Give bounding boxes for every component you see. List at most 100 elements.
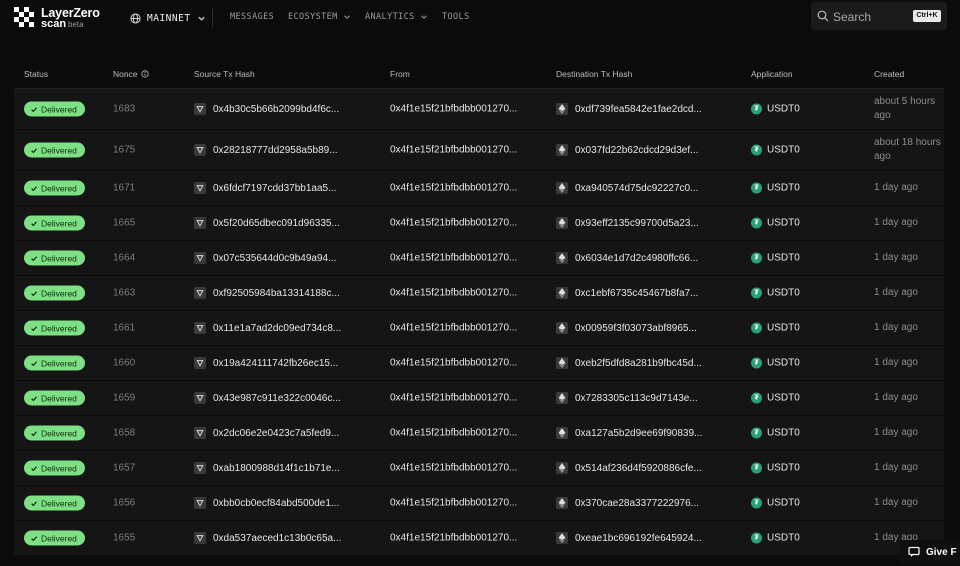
- application[interactable]: ₮ USDT0: [751, 392, 800, 404]
- nav-messages[interactable]: MESSAGES: [230, 12, 274, 22]
- source-tx-hash-text[interactable]: 0x07c535644d0c9b49a94...: [213, 253, 336, 264]
- destination-tx-hash-text[interactable]: 0x037fd22b62cdcd29d3ef...: [575, 145, 698, 156]
- source-tx-hash[interactable]: 0x6fdcf7197cdd37bb1aa5...: [194, 182, 336, 194]
- info-icon[interactable]: [140, 70, 149, 78]
- from-address[interactable]: 0x4f1e15f21bfbdbb001270...: [390, 498, 517, 509]
- from-address[interactable]: 0x4f1e15f21bfbdbb001270...: [390, 463, 517, 474]
- source-tx-hash[interactable]: 0xab1800988d14f1c1b71e...: [194, 462, 340, 474]
- table-row[interactable]: Delivered 1660 0x19a424111742fb26ec15... 0x…: [14, 346, 944, 381]
- destination-tx-hash[interactable]: 0xa940574d75dc92227c0...: [556, 182, 698, 194]
- table-row[interactable]: Delivered 1657 0xab1800988d14f1c1b71e... 0x…: [14, 451, 944, 486]
- table-row[interactable]: Delivered 1683 0x4b30c5b66b2099bd4f6c... 0x…: [14, 89, 944, 130]
- destination-tx-hash[interactable]: 0x370cae28a3377222976...: [556, 497, 699, 509]
- table-row[interactable]: Delivered 1658 0x2dc06e2e0423c7a5fed9... 0x…: [14, 416, 944, 451]
- from-address[interactable]: 0x4f1e15f21bfbdbb001270...: [390, 533, 517, 544]
- from-address[interactable]: 0x4f1e15f21bfbdbb001270...: [390, 323, 517, 334]
- destination-tx-hash[interactable]: 0xa127a5b2d9ee69f90839...: [556, 427, 702, 439]
- table-row[interactable]: Delivered 1665 0x5f20d65dbec091d96335... 0x…: [14, 206, 944, 241]
- destination-tx-hash[interactable]: 0x6034e1d7d2c4980ffc66...: [556, 252, 698, 264]
- destination-tx-hash-text[interactable]: 0xc1ebf6735c45467b8fa7...: [575, 288, 698, 299]
- nav-analytics[interactable]: ANALYTICS: [365, 12, 428, 22]
- application[interactable]: ₮ USDT0: [751, 427, 800, 439]
- application[interactable]: ₮ USDT0: [751, 357, 800, 369]
- from-address[interactable]: 0x4f1e15f21bfbdbb001270...: [390, 104, 517, 115]
- destination-tx-hash-text[interactable]: 0x93eff2135c99700d5a23...: [575, 218, 699, 229]
- application[interactable]: ₮ USDT0: [751, 462, 800, 474]
- source-tx-hash-text[interactable]: 0xf92505984ba13314188c...: [213, 288, 340, 299]
- destination-tx-hash-text[interactable]: 0xa127a5b2d9ee69f90839...: [575, 428, 702, 439]
- from-address[interactable]: 0x4f1e15f21bfbdbb001270...: [390, 218, 517, 229]
- table-row[interactable]: Delivered 1656 0xbb0cb0ecf84abd500de1... 0x…: [14, 486, 944, 521]
- table-row[interactable]: Delivered 1655 0xda537aeced1c13b0c65a... 0x…: [14, 521, 944, 556]
- source-tx-hash[interactable]: 0x19a424111742fb26ec15...: [194, 357, 338, 369]
- destination-tx-hash[interactable]: 0xdf739fea5842e1fae2dcd...: [556, 103, 702, 115]
- destination-tx-hash-text[interactable]: 0xeae1bc696192fe645924...: [575, 533, 702, 544]
- source-tx-hash-text[interactable]: 0x43e987c911e322c0046c...: [213, 393, 341, 404]
- source-tx-hash[interactable]: 0x11e1a7ad2dc09ed734c8...: [194, 322, 341, 334]
- search-box[interactable]: Search Ctrl+K: [811, 2, 947, 30]
- nav-tools[interactable]: TOOLS: [442, 12, 470, 22]
- application[interactable]: ₮ USDT0: [751, 532, 800, 544]
- source-tx-hash-text[interactable]: 0x19a424111742fb26ec15...: [213, 358, 338, 369]
- nav-ecosystem[interactable]: ECOSYSTEM: [288, 12, 351, 22]
- source-tx-hash-text[interactable]: 0x4b30c5b66b2099bd4f6c...: [213, 104, 339, 115]
- source-tx-hash-text[interactable]: 0x5f20d65dbec091d96335...: [213, 218, 340, 229]
- table-row[interactable]: Delivered 1663 0xf92505984ba13314188c... 0x…: [14, 276, 944, 311]
- destination-tx-hash[interactable]: 0x00959f3f03073abf8965...: [556, 322, 697, 334]
- source-tx-hash-text[interactable]: 0xab1800988d14f1c1b71e...: [213, 463, 340, 474]
- from-address[interactable]: 0x4f1e15f21bfbdbb001270...: [390, 393, 517, 404]
- network-selector[interactable]: MAINNET: [130, 10, 206, 26]
- source-tx-hash[interactable]: 0x43e987c911e322c0046c...: [194, 392, 341, 404]
- from-address[interactable]: 0x4f1e15f21bfbdbb001270...: [390, 428, 517, 439]
- destination-tx-hash[interactable]: 0xeae1bc696192fe645924...: [556, 532, 702, 544]
- from-address[interactable]: 0x4f1e15f21bfbdbb001270...: [390, 253, 517, 264]
- destination-tx-hash[interactable]: 0x7283305c113c9d7143e...: [556, 392, 698, 404]
- source-tx-hash[interactable]: 0xbb0cb0ecf84abd500de1...: [194, 497, 339, 509]
- table-row[interactable]: Delivered 1675 0x28218777dd2958a5b89... 0x4…: [14, 130, 944, 171]
- table-row[interactable]: Delivered 1671 0x6fdcf7197cdd37bb1aa5... 0x…: [14, 171, 944, 206]
- application[interactable]: ₮ USDT0: [751, 144, 800, 156]
- destination-tx-hash[interactable]: 0x514af236d4f5920886cfe...: [556, 462, 702, 474]
- application[interactable]: ₮ USDT0: [751, 103, 800, 115]
- destination-tx-hash-text[interactable]: 0xeb2f5dfd8a281b9fbc45d...: [575, 358, 702, 369]
- destination-tx-hash-text[interactable]: 0x00959f3f03073abf8965...: [575, 323, 697, 334]
- source-tx-hash[interactable]: 0x5f20d65dbec091d96335...: [194, 217, 340, 229]
- give-feedback-button[interactable]: Give F: [900, 540, 960, 564]
- application[interactable]: ₮ USDT0: [751, 287, 800, 299]
- source-tx-hash-text[interactable]: 0xda537aeced1c13b0c65a...: [213, 533, 341, 544]
- application[interactable]: ₮ USDT0: [751, 497, 800, 509]
- from-address[interactable]: 0x4f1e15f21bfbdbb001270...: [390, 183, 517, 194]
- destination-tx-hash-text[interactable]: 0x370cae28a3377222976...: [575, 498, 699, 509]
- application[interactable]: ₮ USDT0: [751, 182, 800, 194]
- destination-tx-hash[interactable]: 0x037fd22b62cdcd29d3ef...: [556, 144, 698, 156]
- source-tx-hash[interactable]: 0x07c535644d0c9b49a94...: [194, 252, 336, 264]
- application[interactable]: ₮ USDT0: [751, 217, 800, 229]
- from-address[interactable]: 0x4f1e15f21bfbdbb001270...: [390, 145, 517, 156]
- from-address[interactable]: 0x4f1e15f21bfbdbb001270...: [390, 358, 517, 369]
- table-row[interactable]: Delivered 1661 0x11e1a7ad2dc09ed734c8... 0x…: [14, 311, 944, 346]
- source-tx-hash[interactable]: 0xda537aeced1c13b0c65a...: [194, 532, 341, 544]
- application[interactable]: ₮ USDT0: [751, 322, 800, 334]
- destination-tx-hash-text[interactable]: 0xa940574d75dc92227c0...: [575, 183, 698, 194]
- application[interactable]: ₮ USDT0: [751, 252, 800, 264]
- destination-tx-hash[interactable]: 0xeb2f5dfd8a281b9fbc45d...: [556, 357, 702, 369]
- source-tx-hash-text[interactable]: 0xbb0cb0ecf84abd500de1...: [213, 498, 339, 509]
- source-tx-hash-text[interactable]: 0x28218777dd2958a5b89...: [213, 145, 338, 156]
- layerzero-scan-logo[interactable]: LayerZero scan beta: [14, 6, 114, 30]
- table-row[interactable]: Delivered 1664 0x07c535644d0c9b49a94... 0x4…: [14, 241, 944, 276]
- destination-tx-hash[interactable]: 0x93eff2135c99700d5a23...: [556, 217, 699, 229]
- table-row[interactable]: Delivered 1659 0x43e987c911e322c0046c... 0x…: [14, 381, 944, 416]
- destination-tx-hash-text[interactable]: 0x6034e1d7d2c4980ffc66...: [575, 253, 698, 264]
- destination-tx-hash-text[interactable]: 0x7283305c113c9d7143e...: [575, 393, 698, 404]
- source-tx-hash[interactable]: 0x4b30c5b66b2099bd4f6c...: [194, 103, 339, 115]
- destination-tx-hash-text[interactable]: 0xdf739fea5842e1fae2dcd...: [575, 104, 702, 115]
- source-tx-hash[interactable]: 0x28218777dd2958a5b89...: [194, 144, 338, 156]
- source-tx-hash-text[interactable]: 0x2dc06e2e0423c7a5fed9...: [213, 428, 339, 439]
- source-tx-hash-text[interactable]: 0x11e1a7ad2dc09ed734c8...: [213, 323, 341, 334]
- from-address[interactable]: 0x4f1e15f21bfbdbb001270...: [390, 288, 517, 299]
- source-tx-hash[interactable]: 0xf92505984ba13314188c...: [194, 287, 340, 299]
- header-nonce[interactable]: Nonce: [113, 69, 149, 79]
- destination-tx-hash-text[interactable]: 0x514af236d4f5920886cfe...: [575, 463, 702, 474]
- destination-tx-hash[interactable]: 0xc1ebf6735c45467b8fa7...: [556, 287, 698, 299]
- source-tx-hash[interactable]: 0x2dc06e2e0423c7a5fed9...: [194, 427, 339, 439]
